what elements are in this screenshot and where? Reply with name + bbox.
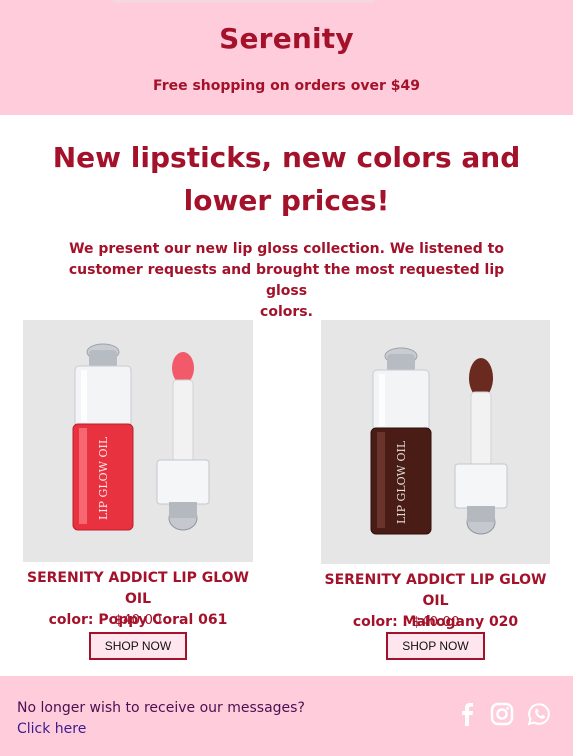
unsubscribe-link[interactable]: Click here [17,719,86,740]
footer: No longer wish to receive our messages? … [0,676,573,756]
headline-line-2: lower prices! [183,184,390,217]
headline-line-1: New lipsticks, new colors and [52,141,521,174]
shop-now-button[interactable]: SHOP NOW [89,632,187,660]
shop-now-button[interactable]: SHOP NOW [386,632,485,660]
unsubscribe-text: No longer wish to receive our messages? [17,700,305,716]
product-image[interactable]: LIP GLOW OIL [321,320,550,564]
headline: New lipsticks, new colors and lower pric… [40,136,533,222]
intro-line-1: We present our new lip gloss collection.… [69,241,504,257]
product-image[interactable]: LIP GLOW OIL [23,320,253,562]
product-title: SERENITY ADDICT LIP GLOW OIL [324,572,547,609]
brand-title: Serenity [219,22,354,55]
lip-oil-illustration: LIP GLOW OIL [370,347,508,535]
bottle-label: LIP GLOW OIL [395,440,408,524]
product-price: $40.00 [114,612,162,628]
intro-line-2: customer requests and brought the most r… [68,262,505,299]
product-price: $40.00 [412,614,460,630]
facebook-icon[interactable] [454,701,480,727]
shipping-note: Free shopping on orders over $49 [153,78,420,94]
product-title: SERENITY ADDICT LIP GLOW OIL [27,570,249,607]
header: Serenity Free shopping on orders over $4… [0,0,573,115]
instagram-icon[interactable] [489,701,515,727]
whatsapp-icon[interactable] [526,701,552,727]
bottle-label: LIP GLOW OIL [97,436,110,520]
header-decoration [112,0,376,3]
intro-text: We present our new lip gloss collection.… [60,239,513,323]
applicator-tip [172,352,194,384]
lip-oil-illustration: LIP GLOW OIL [72,343,210,531]
